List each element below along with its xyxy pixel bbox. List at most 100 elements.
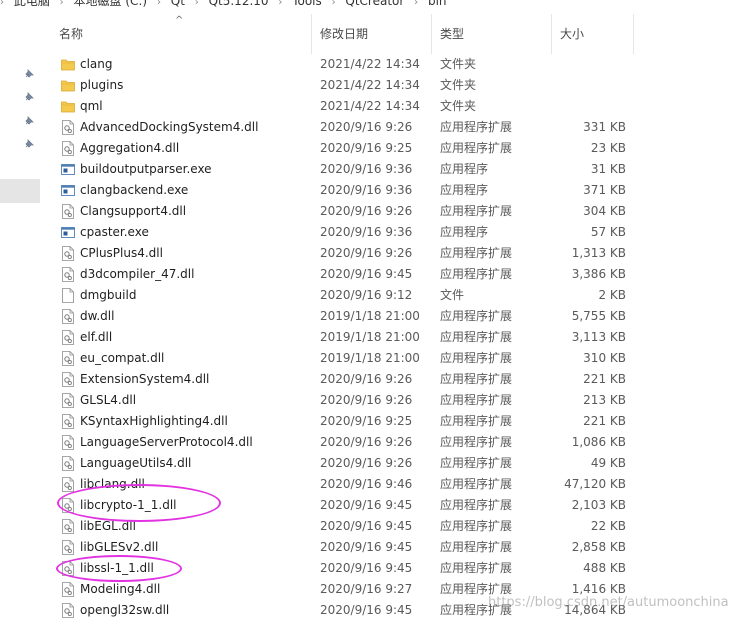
pin-icon[interactable] — [24, 68, 35, 79]
file-row[interactable]: dmgbuild 2020/9/16 9:12 文件 2 KB — [49, 285, 649, 306]
file-row[interactable]: clangbackend.exe 2020/9/16 9:36 应用程序 371 KB — [49, 180, 649, 201]
file-modified-date: 2020/9/16 9:26 — [320, 435, 413, 449]
dll-file-icon — [61, 540, 75, 555]
column-divider[interactable] — [311, 14, 312, 54]
exe-file-icon — [61, 162, 75, 177]
pin-icon[interactable] — [24, 138, 35, 149]
chevron-right-icon: › — [194, 0, 199, 8]
folder-icon — [61, 99, 75, 114]
file-row[interactable]: elf.dll 2019/1/18 21:00 应用程序扩展 3,113 KB — [49, 327, 649, 348]
file-type: 应用程序扩展 — [440, 393, 513, 407]
file-modified-date: 2020/9/16 9:36 — [320, 162, 413, 176]
file-row[interactable]: buildoutputparser.exe 2020/9/16 9:36 应用程序 3… — [49, 159, 649, 180]
file-row[interactable]: AdvancedDockingSystem4.dll 2020/9/16 9:26… — [49, 117, 649, 138]
chevron-right-icon: › — [59, 0, 64, 8]
file-type: 应用程序扩展 — [440, 204, 513, 218]
breadcrumb-item[interactable]: Qt — [171, 0, 185, 8]
file-modified-date: 2020/9/16 9:45 — [320, 519, 413, 533]
file-modified-date: 2020/9/16 9:26 — [320, 204, 413, 218]
file-modified-date: 2020/9/16 9:26 — [320, 120, 413, 134]
file-name: GLSL4.dll — [80, 393, 137, 407]
file-name: clang — [80, 57, 113, 71]
dll-file-icon — [61, 603, 75, 618]
file-type: 应用程序扩展 — [440, 372, 513, 386]
file-name: opengl32sw.dll — [80, 603, 170, 617]
file-size: 23 KB — [590, 141, 626, 155]
file-size: 57 KB — [590, 225, 626, 239]
breadcrumb-item[interactable]: Qt5.12.10 — [209, 0, 269, 8]
file-row[interactable]: Clangsupport4.dll 2020/9/16 9:26 应用程序扩展 304… — [49, 201, 649, 222]
dll-file-icon — [61, 204, 75, 219]
column-divider[interactable] — [431, 14, 432, 54]
file-name: LanguageUtils4.dll — [80, 456, 192, 470]
breadcrumb: › 此电脑 › 本地磁盘 (C:) › Qt › Qt5.12.10 › Too… — [0, 0, 751, 8]
column-header-type[interactable]: 类型 — [440, 14, 464, 54]
highlight-ellipse — [57, 484, 221, 522]
file-row[interactable]: plugins 2021/4/22 14:34 文件夹 — [49, 75, 649, 96]
file-size: 49 KB — [590, 456, 626, 470]
folder-icon — [61, 78, 75, 93]
file-type: 应用程序扩展 — [440, 519, 513, 533]
watermark-text: https://blog.csdn.net/autumoonchina — [488, 595, 729, 610]
file-name: d3dcompiler_47.dll — [80, 267, 195, 281]
dll-file-icon — [61, 519, 75, 534]
file-type: 文件 — [440, 288, 465, 302]
dll-file-icon — [61, 582, 75, 597]
breadcrumb-item[interactable]: 本地磁盘 (C:) — [74, 0, 148, 8]
file-row[interactable]: KSyntaxHighlighting4.dll 2020/9/16 9:25 应用… — [49, 411, 649, 432]
chevron-right-icon: › — [278, 0, 283, 8]
file-row[interactable]: CPlusPlus4.dll 2020/9/16 9:26 应用程序扩展 1,313 … — [49, 243, 649, 264]
file-modified-date: 2021/4/22 14:34 — [320, 78, 420, 92]
chevron-right-icon: › — [331, 0, 336, 8]
column-header-name[interactable]: 名称 — [59, 14, 83, 54]
file-size: 5,755 KB — [571, 309, 626, 323]
dll-file-icon — [61, 246, 75, 261]
file-modified-date: 2020/9/16 9:45 — [320, 498, 413, 512]
column-divider[interactable] — [551, 14, 552, 54]
file-row[interactable]: eu_compat.dll 2019/1/18 21:00 应用程序扩展 310 KB — [49, 348, 649, 369]
file-type: 文件夹 — [440, 57, 477, 71]
breadcrumb-item[interactable]: QtCreator — [345, 0, 404, 8]
file-type: 应用程序 — [440, 162, 489, 176]
file-row[interactable]: qml 2021/4/22 14:34 文件夹 — [49, 96, 649, 117]
file-row[interactable]: LanguageServerProtocol4.dll 2020/9/16 9:2… — [49, 432, 649, 453]
file-size: 47,120 KB — [564, 477, 626, 491]
file-row[interactable]: cpaster.exe 2020/9/16 9:36 应用程序 57 KB — [49, 222, 649, 243]
file-size: 31 KB — [590, 162, 626, 176]
file-icon — [61, 288, 75, 303]
dll-file-icon — [61, 330, 75, 345]
file-type: 应用程序扩展 — [440, 477, 513, 491]
file-row[interactable]: d3dcompiler_47.dll 2020/9/16 9:45 应用程序扩展 3,… — [49, 264, 649, 285]
file-name: ExtensionSystem4.dll — [80, 372, 210, 386]
dll-file-icon — [61, 141, 75, 156]
column-header-size[interactable]: 大小 — [560, 14, 584, 54]
breadcrumb-item[interactable]: bin — [428, 0, 447, 8]
file-row[interactable]: Aggregation4.dll 2020/9/16 9:25 应用程序扩展 23 K… — [49, 138, 649, 159]
file-type: 应用程序扩展 — [440, 309, 513, 323]
file-type: 应用程序扩展 — [440, 120, 513, 134]
file-row[interactable]: GLSL4.dll 2020/9/16 9:26 应用程序扩展 213 KB — [49, 390, 649, 411]
breadcrumb-item[interactable]: 此电脑 — [14, 0, 50, 8]
file-modified-date: 2020/9/16 9:26 — [320, 246, 413, 260]
file-name: dmgbuild — [80, 288, 137, 302]
file-size: 221 KB — [583, 372, 626, 386]
nav-selected-item[interactable] — [0, 179, 40, 203]
file-row[interactable]: clang 2021/4/22 14:34 文件夹 — [49, 54, 649, 75]
pin-icon[interactable] — [24, 91, 35, 102]
file-row[interactable]: dw.dll 2019/1/18 21:00 应用程序扩展 5,755 KB — [49, 306, 649, 327]
dll-file-icon — [61, 435, 75, 450]
file-type: 应用程序扩展 — [440, 435, 513, 449]
file-name: qml — [80, 99, 103, 113]
file-row[interactable]: ExtensionSystem4.dll 2020/9/16 9:26 应用程序扩展… — [49, 369, 649, 390]
column-header-date[interactable]: 修改日期 — [320, 14, 368, 54]
dll-file-icon — [61, 456, 75, 471]
file-name: Aggregation4.dll — [80, 141, 180, 155]
dll-file-icon — [61, 414, 75, 429]
file-modified-date: 2020/9/16 9:26 — [320, 372, 413, 386]
file-size: 1,086 KB — [571, 435, 626, 449]
column-divider[interactable] — [633, 14, 634, 54]
pin-icon[interactable] — [24, 115, 35, 126]
file-modified-date: 2020/9/16 9:27 — [320, 582, 413, 596]
file-row[interactable]: LanguageUtils4.dll 2020/9/16 9:26 应用程序扩展 49… — [49, 453, 649, 474]
breadcrumb-item[interactable]: Tools — [292, 0, 322, 8]
